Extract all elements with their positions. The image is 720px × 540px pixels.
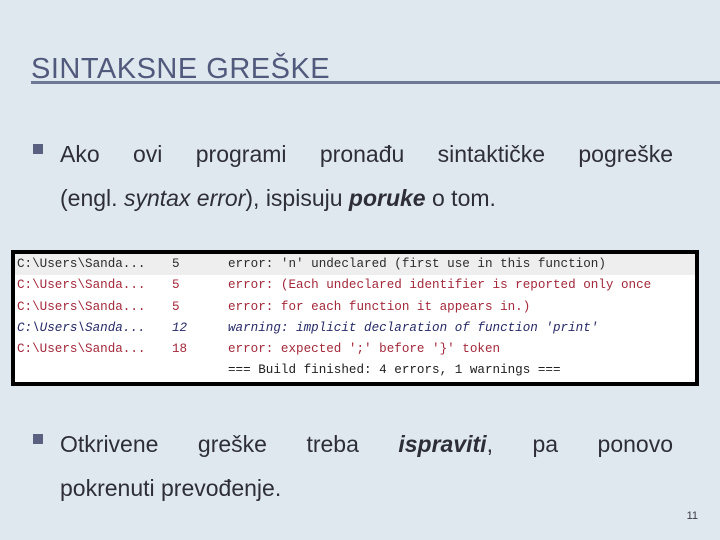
- build-log-table: C:\Users\Sanda... 5 error: 'n' undeclared …: [15, 254, 695, 382]
- page-number: 11: [686, 510, 698, 522]
- build-log-row[interactable]: C:\Users\Sanda... 18 error: expected ';' b…: [15, 339, 695, 360]
- log-file-cell: C:\Users\Sanda...: [17, 342, 146, 357]
- build-log-row[interactable]: C:\Users\Sanda... 5 error: 'n' undeclared …: [15, 254, 695, 276]
- build-log-row[interactable]: C:\Users\Sanda... 12 warning: implicit dec…: [15, 318, 695, 339]
- build-log-screenshot: C:\Users\Sanda... 5 error: 'n' undeclared …: [11, 250, 699, 386]
- log-file-cell: C:\Users\Sanda...: [17, 278, 146, 293]
- text-segment: (engl.: [60, 185, 124, 211]
- log-message-cell: error: expected ';' before '}' token: [228, 342, 501, 357]
- log-line-cell: 12: [172, 320, 188, 335]
- bullet-2-line-1: Otkrivene greške treba ispraviti, pa pon…: [60, 422, 673, 466]
- build-log-row[interactable]: C:\Users\Sanda... 5 error: for each functi…: [15, 297, 695, 318]
- log-line-cell: 18: [172, 342, 188, 357]
- log-line-cell: 5: [172, 257, 180, 271]
- title-underline: [31, 81, 720, 84]
- poruke-emphasis: poruke: [348, 185, 426, 211]
- bullet-2-line-2: pokrenuti prevođenje.: [60, 475, 282, 501]
- log-line-cell: 5: [172, 278, 180, 293]
- bullet-1-line-1: Ako ovi programi pronađu sintaktičke pog…: [60, 141, 673, 167]
- log-message-cell: error: for each function it appears in.): [228, 299, 531, 314]
- text-segment: ), ispisuju: [245, 185, 349, 211]
- bullet-1-line-2: (engl. syntax error), ispisuju poruke o …: [60, 176, 673, 220]
- log-file-cell: C:\Users\Sanda...: [17, 299, 146, 314]
- ispraviti-emphasis: ispraviti: [398, 431, 487, 457]
- bullet-syntax-errors: Ako ovi programi pronađu sintaktičke pog…: [33, 132, 673, 220]
- log-message-cell: error: 'n' undeclared (first use in this…: [228, 257, 606, 271]
- text-segment: Otkrivene greške treba: [60, 431, 399, 457]
- log-file-cell: C:\Users\Sanda...: [17, 257, 146, 271]
- build-log-row[interactable]: C:\Users\Sanda... 5 error: (Each undeclare…: [15, 275, 695, 296]
- bullet-fix-errors: Otkrivene greške treba ispraviti, pa pon…: [33, 422, 673, 510]
- square-bullet-icon: [33, 144, 43, 154]
- log-line-cell: 5: [172, 299, 180, 314]
- log-message-cell: warning: implicit declaration of functio…: [228, 320, 599, 335]
- build-log-row[interactable]: === Build finished: 4 errors, 1 warnings…: [15, 360, 695, 381]
- log-message-cell: error: (Each undeclared identifier is re…: [228, 278, 652, 293]
- syntax-error-term: syntax error: [123, 185, 246, 211]
- text-segment: o tom.: [425, 185, 496, 211]
- text-segment: , pa ponovo: [486, 431, 673, 457]
- log-message-cell: === Build finished: 4 errors, 1 warnings…: [228, 363, 561, 378]
- log-file-cell: C:\Users\Sanda...: [17, 320, 146, 335]
- square-bullet-icon: [33, 434, 43, 444]
